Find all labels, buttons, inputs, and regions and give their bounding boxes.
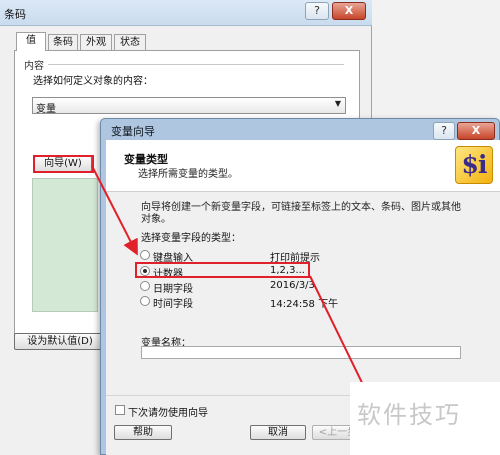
arrow-to-counter <box>91 165 138 256</box>
watermark: 软件技巧 <box>357 401 461 429</box>
tab-value[interactable]: 值 <box>16 32 46 51</box>
